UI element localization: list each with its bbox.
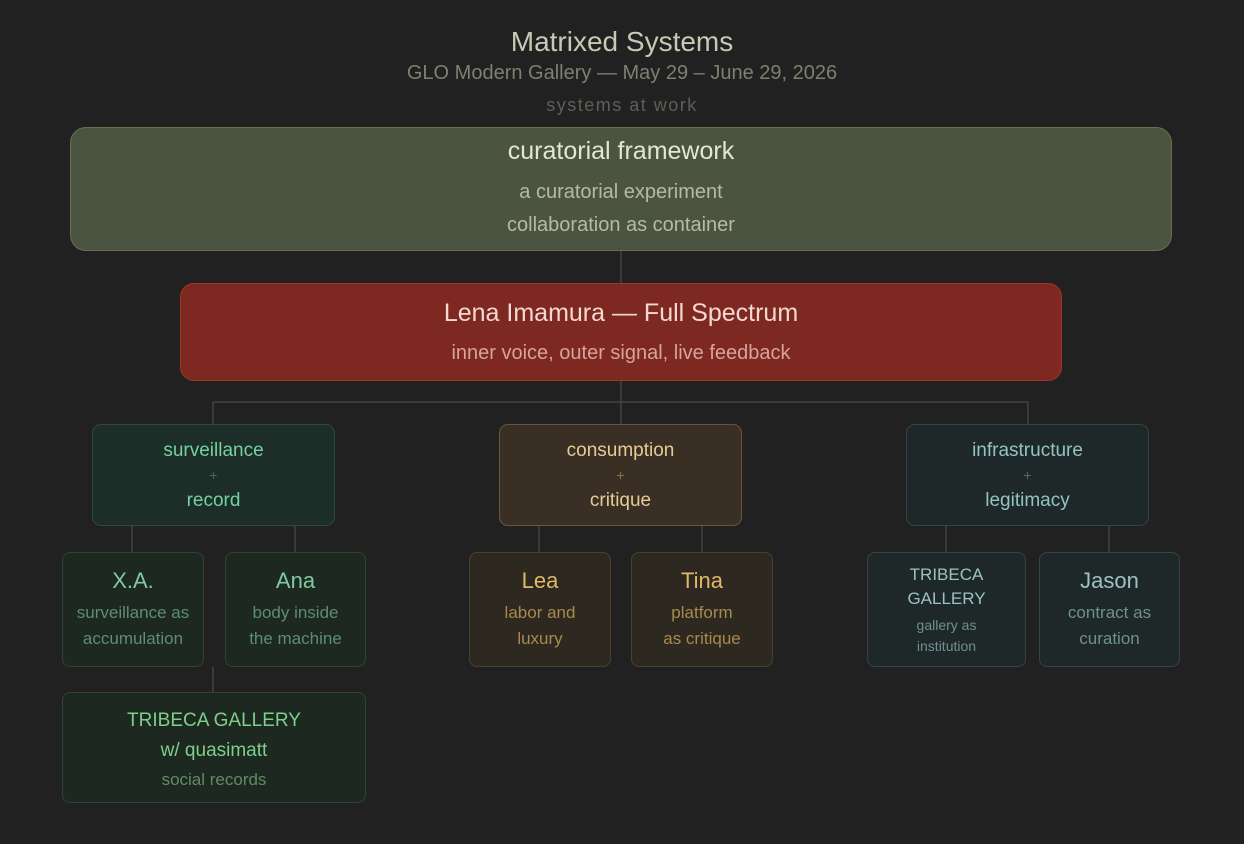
artist-title: Lena Imamura — Full Spectrum [443,299,799,327]
leaf-name-line-2: GALLERY [907,588,986,608]
leaf-description-line-1: labor and [504,602,576,622]
leaf-description: surveillance as accumulation [77,600,189,652]
framework-line-2: collaboration as container [507,213,735,236]
leaf-description: labor and luxury [505,600,576,652]
leaf-node-lea: Lea labor and luxury [469,552,611,667]
leaf-description: platform as critique [663,600,740,652]
leaf-name: Tina [681,567,723,593]
diagram-title: Matrixed Systems [510,26,734,57]
leaf-description-line-1: gallery as [916,616,977,633]
leaf-description-line-1: surveillance as [76,602,190,622]
framework-node: curatorial framework a curatorial experi… [70,127,1172,251]
theme-line-2: legitimacy [985,489,1070,511]
leaf-description-line-2: curation [1079,628,1140,648]
leaf-name: X.A. [112,567,154,593]
leaf-description: gallery as institution [917,615,977,657]
framework-line-1: a curatorial experiment [519,180,723,203]
leaf-name: TRIBECA GALLERY [907,563,985,611]
sub-node-description: social records [161,769,267,789]
theme-node-infrastructure: infrastructure + legitimacy [906,424,1149,526]
leaf-description-line-1: platform [671,602,733,622]
leaf-node-jason: Jason contract as curation [1039,552,1180,667]
theme-node-consumption: consumption + critique [499,424,742,526]
leaf-name: Lea [521,567,559,593]
theme-line-1: consumption [566,439,675,461]
theme-node-surveillance: surveillance + record [92,424,335,526]
leaf-node-tribeca-gallery: TRIBECA GALLERY gallery as institution [867,552,1026,667]
leaf-description-line-2: as critique [663,628,741,648]
leaf-node-xa: X.A. surveillance as accumulation [62,552,204,667]
leaf-description-line-2: accumulation [82,628,184,648]
sub-node-name-line-1: TRIBECA GALLERY [127,709,301,731]
leaf-description-line-1: body inside [252,602,339,622]
leaf-description-line-1: contract as [1067,602,1152,622]
theme-plus: + [616,466,625,483]
diagram-tagline: systems at work [546,95,698,115]
leaf-name-line-1: TRIBECA [909,564,984,584]
leaf-description-line-2: luxury [517,628,563,648]
theme-line-1: surveillance [163,439,264,461]
theme-line-2: critique [589,489,652,511]
framework-description: a curatorial experiment collaboration as… [507,176,735,242]
sub-node-name: TRIBECA GALLERY w/ quasimatt [127,706,301,766]
diagram-subtitle: GLO Modern Gallery — May 29 – June 29, 2… [406,62,838,84]
leaf-name: Ana [275,567,316,593]
leaf-description-line-2: the machine [249,628,342,648]
leaf-node-ana: Ana body inside the machine [225,552,366,667]
theme-plus: + [209,466,218,483]
theme-plus: + [1023,466,1032,483]
theme-line-1: infrastructure [972,439,1083,461]
artist-node: Lena Imamura — Full Spectrum inner voice… [180,283,1062,381]
leaf-name: Jason [1080,567,1139,593]
theme-line-2: record [186,489,241,511]
framework-title: curatorial framework [507,136,735,165]
sub-node-name-line-2: w/ quasimatt [160,739,268,761]
leaf-description-line-2: institution [916,637,977,654]
leaf-description: contract as curation [1068,600,1151,652]
leaf-node-tina: Tina platform as critique [631,552,773,667]
artist-subtitle: inner voice, outer signal, live feedback [451,342,791,364]
sub-node-tribeca-quasimatt: TRIBECA GALLERY w/ quasimatt social reco… [62,692,366,803]
leaf-description: body inside the machine [249,600,342,652]
